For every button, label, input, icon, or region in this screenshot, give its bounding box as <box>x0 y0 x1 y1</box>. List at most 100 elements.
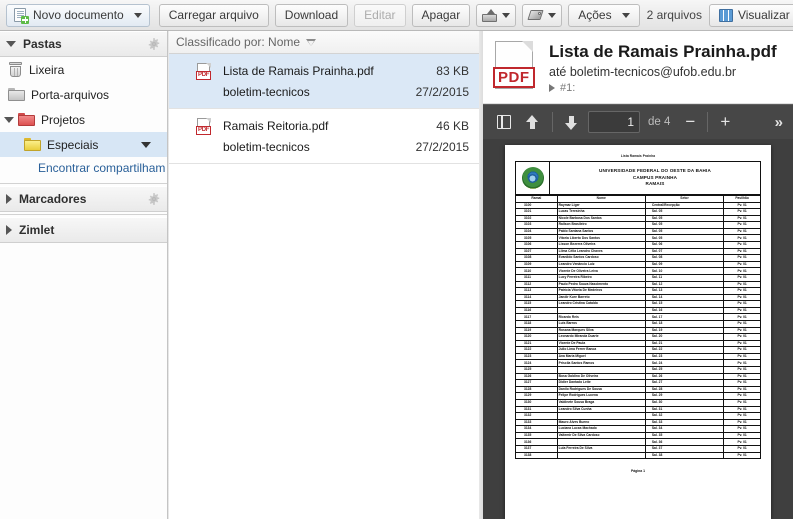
table-cell-setor: Sal. 28 <box>644 385 725 394</box>
table-cell-setor: Sal. 21 <box>644 339 725 348</box>
pdf-zoom-in-button[interactable]: + <box>713 113 737 131</box>
pdf-viewport[interactable]: Lista Ramais Prainha UNIVERSIDADE FEDERA… <box>483 139 793 519</box>
download-button[interactable]: Download <box>274 3 349 27</box>
sidebar-item-projetos[interactable]: Projetos <box>0 107 167 132</box>
table-cell-setor: Sal. 27 <box>644 379 725 387</box>
document-header-line2: CAMPUS PRAINHA <box>632 174 678 180</box>
upload-file-button[interactable]: Carregar arquivo <box>158 3 269 27</box>
sidebar-section-pastas[interactable]: Pastas <box>0 31 167 57</box>
sidebar: Pastas Lixeira Porta-arquivos Projetos E… <box>0 31 168 519</box>
table-row: 3115 Leandro Cristina Cataldo Sal. 15 Pv. 0… <box>515 300 761 308</box>
table-cell-ramal: 3105 <box>515 234 558 243</box>
chevron-right-icon[interactable] <box>6 194 12 204</box>
delete-label: Apagar <box>421 8 461 22</box>
sidebar-item-porta-arquivos[interactable]: Porta-arquivos <box>0 82 167 107</box>
sidebar-section-marcadores[interactable]: Marcadores <box>0 186 167 212</box>
table-cell-setor: Sal. 35 <box>644 431 725 440</box>
pdf-previous-page-button[interactable] <box>519 110 545 134</box>
chevron-down-icon[interactable] <box>621 12 630 18</box>
folder-context-menu-icon[interactable] <box>141 141 151 148</box>
columns-view-icon <box>718 8 733 22</box>
table-cell-setor: Sal. 38 <box>644 451 725 460</box>
new-document-button[interactable]: Novo documento <box>6 3 150 27</box>
table-cell-ramal: 3112 <box>515 280 558 289</box>
pdf-page-number-input[interactable]: 1 <box>588 111 640 133</box>
version-label: #1: <box>560 82 576 94</box>
preview-meta: Lista de Ramais Prainha.pdf até boletim-… <box>539 40 777 103</box>
sidebar-item-projetos-label: Projetos <box>41 112 86 127</box>
chevron-down-icon[interactable] <box>502 12 511 18</box>
table-row: 3106 Lisson Bezerra Oliveira Sal. 06 Pv. 01 <box>515 241 761 249</box>
table-cell-nome: Jandir Kure Barreto <box>556 293 646 302</box>
pdf-zoom-out-button[interactable]: − <box>678 113 702 131</box>
table-cell-setor: Sal. 31 <box>644 405 725 414</box>
sort-bar[interactable]: Classificado por: Nome <box>169 31 481 54</box>
chevron-right-icon[interactable] <box>549 84 555 92</box>
actions-button[interactable]: Ações <box>568 3 640 27</box>
table-row: 3136 Sal. 36 Pv. 01 <box>515 438 761 446</box>
table-cell-nome: Lucas Teresinha <box>556 208 646 216</box>
sidebar-item-lixeira[interactable]: Lixeira <box>0 57 167 82</box>
table-cell-ramal: 3110 <box>515 267 558 275</box>
table-row: 3120 Leonardo Miranda Duarte Sal. 20 Pv. 01 <box>515 333 761 341</box>
document-header-line3: RAMAIS <box>645 181 665 187</box>
pdf-viewer-toolbar: 1 de 4 − + » <box>483 104 793 139</box>
table-cell-setor: Sal. 11 <box>644 273 725 282</box>
table-row: 3109 Leandro Venâncio Luiz Sal. 09 Pv. 01 <box>515 260 761 269</box>
table-cell-pavilhao: Pv. 01 <box>723 405 761 414</box>
table-cell-setor: Sal. 17 <box>644 313 725 321</box>
pdf-page-total-label: de 4 <box>648 116 671 128</box>
sidebar-item-especiais[interactable]: Especiais <box>0 132 167 157</box>
preview-header: PDF Lista de Ramais Prainha.pdf até bole… <box>483 31 793 104</box>
table-cell-nome: Ana Maria Miguel <box>556 352 646 361</box>
page-title: Lista de Ramais Prainha.pdf <box>549 42 777 61</box>
delete-button[interactable]: Apagar <box>411 3 471 27</box>
table-cell-ramal: 3138 <box>515 451 558 460</box>
find-shares-link[interactable]: Encontrar compartilham <box>0 157 167 181</box>
chevron-down-icon[interactable] <box>6 41 16 47</box>
gear-icon[interactable] <box>148 193 160 205</box>
table-cell-pavilhao: Pv. 01 <box>723 208 761 216</box>
new-document-icon <box>14 7 29 24</box>
table-row: 3110 Vicente De Oliveira Leiva Sal. 10 Pv. … <box>515 267 761 275</box>
table-cell-setor: Sal. 05 <box>644 221 725 229</box>
table-cell-setor: Sal. 29 <box>644 392 725 400</box>
table-row: 3132 Sal. 32 Pv. 01 <box>515 412 761 420</box>
table-cell-pavilhao: Pv. 01 <box>723 352 761 361</box>
table-row: 3131 Leandro Silva Cunha Sal. 31 Pv. 01 <box>515 405 761 414</box>
chevron-down-icon[interactable] <box>4 116 14 123</box>
chevron-down-icon[interactable] <box>548 12 557 18</box>
move-to-folder-button[interactable] <box>476 3 517 27</box>
gear-icon[interactable] <box>148 38 160 50</box>
pdf-next-page-button[interactable] <box>558 110 584 134</box>
table-row[interactable]: PDF Lista de Ramais Prainha.pdf 83 KB bo… <box>169 54 481 109</box>
table-cell-nome: Didier Dantado Leite <box>556 379 646 387</box>
table-cell-setor: Sal. 15 <box>644 300 725 308</box>
table-cell-nome: Lucy Ferreira Ribeiro <box>556 273 646 282</box>
tag-button[interactable] <box>522 3 563 27</box>
document-footer: Página 1 <box>631 469 645 474</box>
chevron-down-icon[interactable] <box>133 12 142 18</box>
sort-label: Classificado por: Nome <box>176 35 301 49</box>
sidebar-section-zimlet[interactable]: Zimlet <box>0 217 167 243</box>
table-cell-nome: Julio Lima Ferrer Banca <box>556 346 646 354</box>
table-cell-ramal: 3135 <box>515 431 558 440</box>
version-row[interactable]: #1: <box>549 82 777 94</box>
folder-red-icon <box>18 113 35 126</box>
table-cell-nome: Raymar Liger <box>556 201 646 210</box>
table-cell-ramal: 3101 <box>515 208 558 216</box>
pdf-more-tools-button[interactable]: » <box>775 114 785 131</box>
table-cell-nome: Nicole Barbosa Dos Santos <box>556 214 646 223</box>
table-cell-setor: Sal. 16 <box>644 306 725 315</box>
table-row[interactable]: PDF Ramais Reitoria.pdf 46 KB boletim-te… <box>169 109 481 164</box>
table-cell-setor: Sal. 32 <box>644 412 725 420</box>
table-row: 3104 Pablo Santana Santos Sal. 05 Pv. 01 <box>515 227 761 236</box>
view-button[interactable]: Visualizar <box>708 3 793 27</box>
pdf-sidebar-toggle-button[interactable] <box>491 110 517 134</box>
sort-direction-icon[interactable] <box>306 38 317 46</box>
table-cell-nome: Felipe Rodrigues Lucena <box>556 392 646 400</box>
table-cell-nome: Luis Barros <box>556 320 646 328</box>
edit-label: Editar <box>364 8 396 22</box>
chevron-right-icon[interactable] <box>6 225 12 235</box>
table-row: 3138 Sal. 38 Pv. 01 <box>515 451 761 460</box>
